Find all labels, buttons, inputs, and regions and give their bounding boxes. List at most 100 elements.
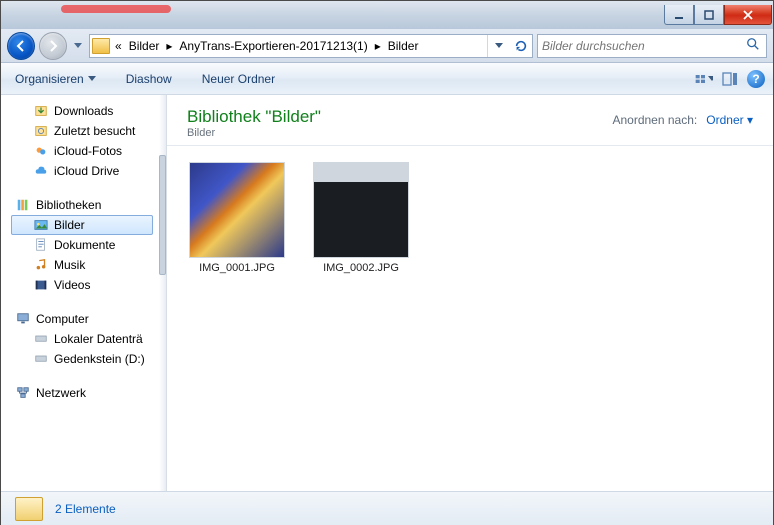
back-arrow-icon: [14, 39, 28, 53]
sidebar-label: Lokaler Datenträ: [54, 332, 143, 346]
sidebar-resize-handle[interactable]: [159, 95, 167, 491]
sidebar-item-music[interactable]: Musik: [11, 255, 167, 275]
maximize-icon: [703, 9, 715, 21]
videos-library-icon: [33, 277, 49, 293]
sidebar-label: Gedenkstein (D:): [54, 352, 145, 366]
music-library-icon: [33, 257, 49, 273]
address-bar[interactable]: « Bilder ▸ AnyTrans-Exportieren-20171213…: [89, 34, 533, 58]
chevron-down-icon: [74, 43, 82, 49]
download-icon: [33, 103, 49, 119]
slideshow-label: Diashow: [126, 72, 172, 86]
sidebar-item-icloud-drive[interactable]: iCloud Drive: [11, 161, 167, 181]
close-button[interactable]: [724, 5, 772, 25]
sidebar-label: Downloads: [54, 104, 113, 118]
sidebar-group-computer[interactable]: Computer: [11, 309, 167, 329]
file-item[interactable]: IMG_0002.JPG: [311, 162, 411, 274]
breadcrumb-root-arrow[interactable]: «: [112, 35, 125, 57]
chevron-down-icon: [88, 76, 96, 82]
folder-icon: [92, 38, 110, 54]
sidebar-item-icloud-photos[interactable]: iCloud-Fotos: [11, 141, 167, 161]
libraries-icon: [15, 197, 31, 213]
sidebar-item-downloads[interactable]: Downloads: [11, 101, 167, 121]
breadcrumb-seg-2[interactable]: Bilder: [384, 35, 423, 57]
chevron-down-icon: [495, 43, 503, 49]
sidebar-item-pictures[interactable]: Bilder: [11, 215, 153, 235]
sidebar-item-local-disk[interactable]: Lokaler Datenträ: [11, 329, 167, 349]
file-name: IMG_0001.JPG: [187, 262, 287, 274]
search-input[interactable]: [542, 39, 746, 53]
sidebar-group-libraries[interactable]: Bibliotheken: [11, 195, 167, 215]
network-icon: [15, 385, 31, 401]
address-dropdown-button[interactable]: [488, 35, 510, 57]
thumbnail-image: [189, 162, 285, 258]
item-count-text: 2 Elemente: [55, 502, 116, 516]
organize-label: Organisieren: [15, 72, 84, 86]
library-subtitle: Bilder: [187, 127, 321, 139]
sidebar-label: Netzwerk: [36, 386, 86, 400]
library-title: Bibliothek "Bilder": [187, 107, 321, 127]
refresh-button[interactable]: [510, 35, 532, 57]
sidebar-label: iCloud-Fotos: [54, 144, 122, 158]
nav-history-dropdown[interactable]: [71, 36, 85, 56]
arrange-value: Ordner: [706, 113, 743, 127]
icloud-drive-icon: [33, 163, 49, 179]
sidebar-label: Dokumente: [54, 238, 115, 252]
preview-pane-button[interactable]: [721, 70, 739, 88]
drive-icon: [33, 351, 49, 367]
back-button[interactable]: [7, 32, 35, 60]
chevron-right-icon[interactable]: ▸: [163, 35, 175, 57]
sidebar-item-recent[interactable]: Zuletzt besucht: [11, 121, 167, 141]
breadcrumb-seg-0[interactable]: Bilder: [125, 35, 164, 57]
organize-button[interactable]: Organisieren: [9, 70, 102, 88]
scrollbar-thumb[interactable]: [159, 155, 166, 275]
view-icon: [695, 71, 706, 87]
minimize-icon: [673, 9, 685, 21]
arrange-by-control[interactable]: Anordnen nach: Ordner ▾: [612, 107, 753, 139]
redaction-mark: [61, 5, 171, 13]
window-titlebar: [1, 1, 773, 29]
chevron-down-icon: [708, 76, 713, 82]
sidebar-label: iCloud Drive: [54, 164, 119, 178]
file-name: IMG_0002.JPG: [311, 262, 411, 274]
sidebar-label: Videos: [54, 278, 90, 292]
sidebar-label: Zuletzt besucht: [54, 124, 135, 138]
forward-arrow-icon: [46, 39, 60, 53]
sidebar-item-videos[interactable]: Videos: [11, 275, 167, 295]
sidebar-item-drive-d[interactable]: Gedenkstein (D:): [11, 349, 167, 369]
minimize-button[interactable]: [664, 5, 694, 25]
sidebar-label: Bibliotheken: [36, 198, 101, 212]
sidebar-item-documents[interactable]: Dokumente: [11, 235, 167, 255]
search-box[interactable]: [537, 34, 767, 58]
sidebar-group-network[interactable]: Netzwerk: [11, 383, 167, 403]
items-view[interactable]: IMG_0001.JPG IMG_0002.JPG: [167, 146, 773, 290]
documents-library-icon: [33, 237, 49, 253]
new-folder-button[interactable]: Neuer Ordner: [196, 70, 281, 88]
search-icon[interactable]: [746, 37, 762, 54]
status-bar: 2 Elemente: [1, 491, 773, 525]
recent-icon: [33, 123, 49, 139]
sidebar-label: Bilder: [54, 218, 85, 232]
new-folder-label: Neuer Ordner: [202, 72, 275, 86]
drive-icon: [33, 331, 49, 347]
sidebar-label: Computer: [36, 312, 89, 326]
close-icon: [742, 9, 754, 21]
library-header: Bibliothek "Bilder" Bilder Anordnen nach…: [167, 95, 773, 146]
computer-icon: [15, 311, 31, 327]
breadcrumb-seg-1[interactable]: AnyTrans-Exportieren-20171213(1): [175, 35, 371, 57]
chevron-right-icon[interactable]: ▸: [372, 35, 384, 57]
forward-button[interactable]: [39, 32, 67, 60]
help-icon: ?: [752, 72, 759, 86]
icloud-photos-icon: [33, 143, 49, 159]
slideshow-button[interactable]: Diashow: [120, 70, 178, 88]
view-options-button[interactable]: [695, 70, 713, 88]
navigation-bar: « Bilder ▸ AnyTrans-Exportieren-20171213…: [1, 29, 773, 63]
maximize-button[interactable]: [694, 5, 724, 25]
arrange-label: Anordnen nach:: [612, 113, 697, 127]
pictures-library-icon: [33, 217, 49, 233]
content-pane: Bibliothek "Bilder" Bilder Anordnen nach…: [167, 95, 773, 491]
folder-icon: [15, 497, 43, 521]
thumbnail-image: [313, 162, 409, 258]
help-button[interactable]: ?: [747, 70, 765, 88]
file-item[interactable]: IMG_0001.JPG: [187, 162, 287, 274]
preview-pane-icon: [722, 71, 738, 87]
